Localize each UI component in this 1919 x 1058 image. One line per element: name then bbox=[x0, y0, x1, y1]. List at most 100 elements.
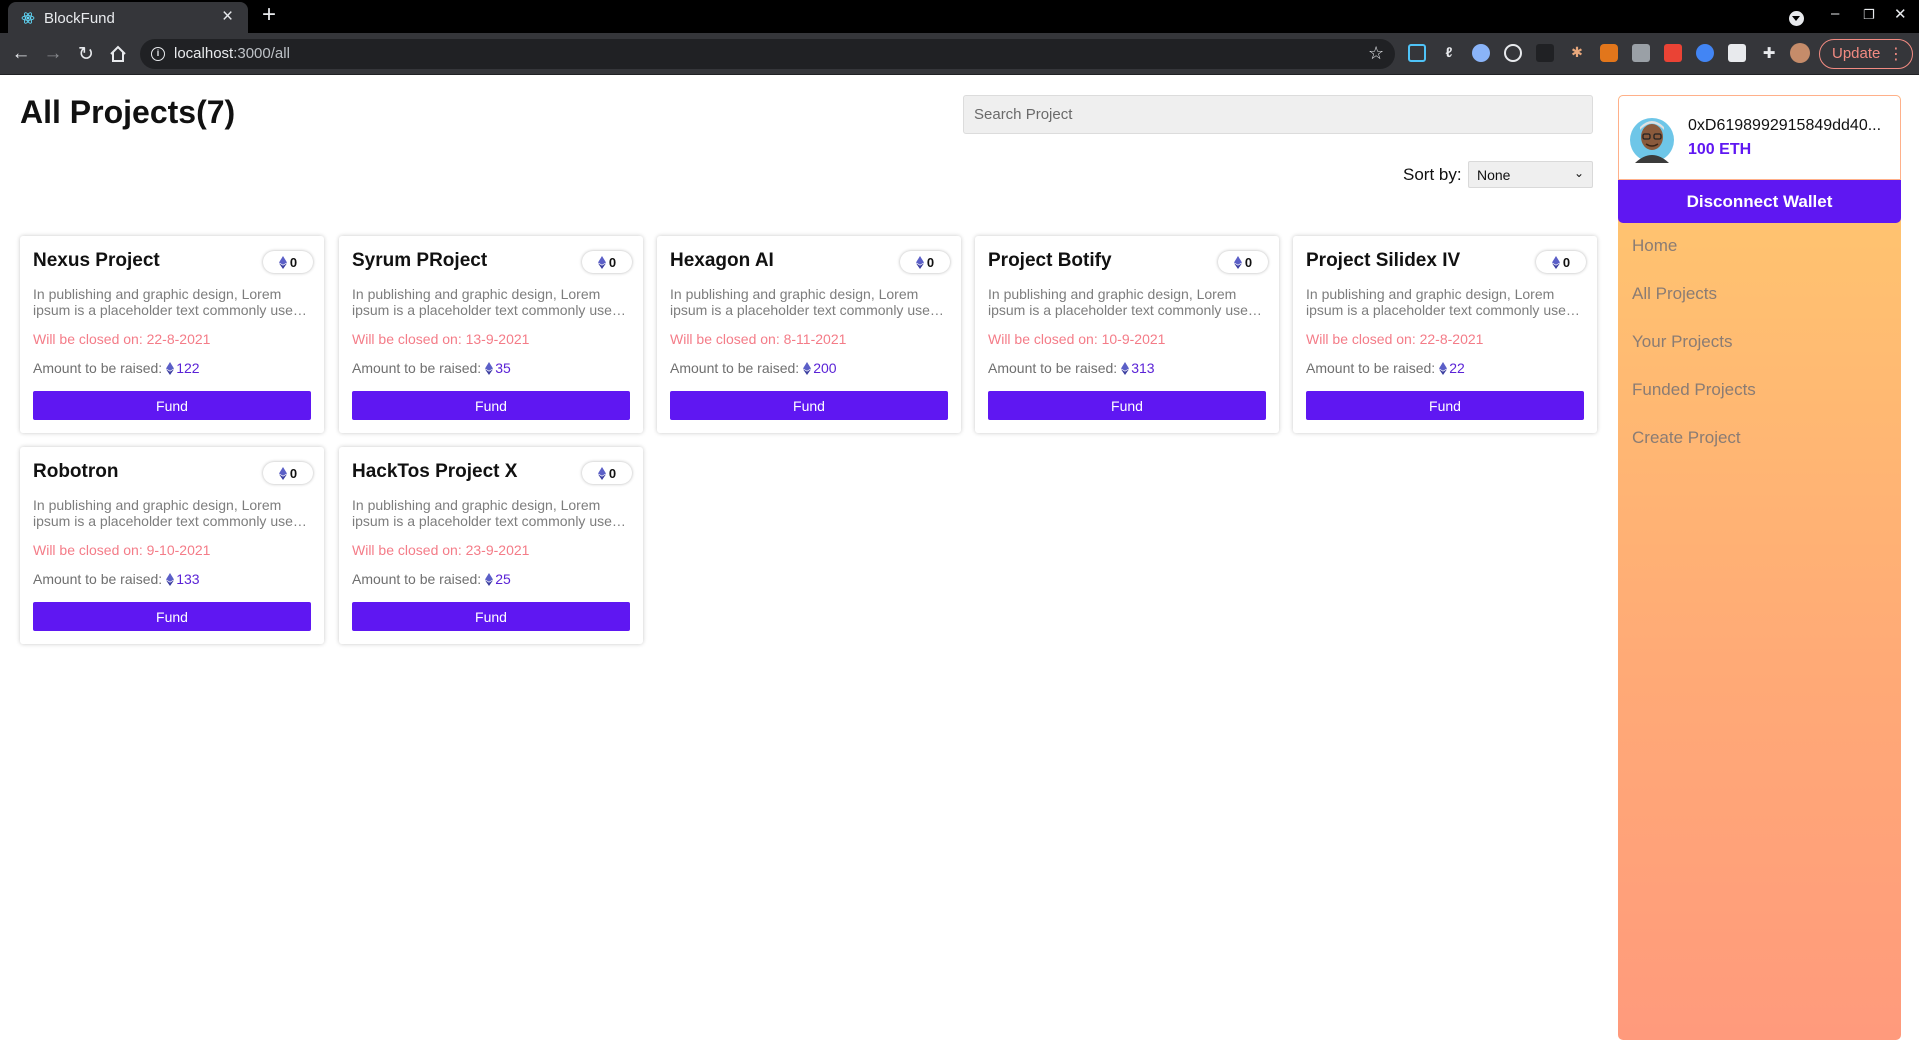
project-description: In publishing and graphic design, Lorem … bbox=[352, 286, 620, 318]
closing-date: Will be closed on: 22-8-2021 bbox=[33, 331, 211, 347]
window-close-icon[interactable]: ✕ bbox=[1894, 5, 1907, 23]
fund-button[interactable]: Fund bbox=[352, 391, 630, 420]
project-card: Project Silidex IV 0 In publishing and g… bbox=[1293, 236, 1597, 433]
project-title: Hexagon AI bbox=[670, 250, 774, 271]
ethereum-icon bbox=[166, 361, 175, 375]
sidebar-item-all-projects[interactable]: All Projects bbox=[1632, 284, 1717, 304]
amount-to-raise: Amount to be raised: 200 bbox=[670, 360, 837, 376]
closing-date: Will be closed on: 10-9-2021 bbox=[988, 331, 1166, 347]
ethereum-icon bbox=[485, 361, 494, 375]
fund-button[interactable]: Fund bbox=[352, 602, 630, 631]
ethereum-icon bbox=[803, 361, 812, 375]
fund-button[interactable]: Fund bbox=[33, 602, 311, 631]
chevron-down-icon: ⌄ bbox=[1573, 166, 1584, 180]
amount-to-raise: Amount to be raised: 133 bbox=[33, 571, 200, 587]
extension-screenshot-icon[interactable] bbox=[1408, 44, 1426, 62]
extension-video-icon[interactable] bbox=[1728, 44, 1746, 62]
home-icon[interactable] bbox=[107, 43, 129, 65]
back-icon[interactable]: ← bbox=[10, 43, 32, 65]
backers-badge: 0 bbox=[1536, 251, 1586, 273]
sort-selected-value: None bbox=[1477, 167, 1511, 183]
amount-to-raise: Amount to be raised: 122 bbox=[33, 360, 200, 376]
new-tab-icon[interactable]: + bbox=[262, 1, 276, 29]
ethereum-icon bbox=[1439, 361, 1448, 375]
metamask-fox-icon[interactable] bbox=[1600, 44, 1618, 62]
sidebar-item-funded-projects[interactable]: Funded Projects bbox=[1632, 380, 1756, 400]
site-info-icon[interactable]: i bbox=[151, 47, 165, 61]
ethereum-icon bbox=[1121, 361, 1130, 375]
project-title: Syrum PRoject bbox=[352, 250, 488, 271]
project-description: In publishing and graphic design, Lorem … bbox=[33, 497, 301, 529]
project-title: Nexus Project bbox=[33, 250, 160, 271]
extension-target-icon[interactable] bbox=[1504, 44, 1522, 62]
disconnect-wallet-button[interactable]: Disconnect Wallet bbox=[1618, 180, 1901, 223]
project-title: HackTos Project X bbox=[352, 461, 518, 482]
fund-button[interactable]: Fund bbox=[670, 391, 948, 420]
react-logo-icon bbox=[21, 12, 35, 24]
extensions-puzzle-icon[interactable]: ✚ bbox=[1760, 44, 1778, 62]
closing-date: Will be closed on: 22-8-2021 bbox=[1306, 331, 1484, 347]
amount-to-raise: Amount to be raised: 35 bbox=[352, 360, 511, 376]
ethereum-icon bbox=[278, 466, 287, 480]
extension-new-icon[interactable] bbox=[1536, 44, 1554, 62]
tab-close-icon[interactable]: × bbox=[222, 6, 233, 28]
project-card: HackTos Project X 0 In publishing and gr… bbox=[339, 447, 643, 644]
amount-to-raise: Amount to be raised: 22 bbox=[1306, 360, 1465, 376]
tab-title: BlockFund bbox=[44, 10, 115, 27]
project-card: Nexus Project 0 In publishing and graphi… bbox=[20, 236, 324, 433]
project-card: Hexagon AI 0 In publishing and graphic d… bbox=[657, 236, 961, 433]
sidebar-item-home[interactable]: Home bbox=[1632, 236, 1677, 256]
wallet-card: 0xD6198992915849dd40... 100 ETH bbox=[1618, 95, 1901, 180]
browser-tab-bar: BlockFund × + – ❐ ✕ bbox=[0, 0, 1919, 33]
project-card: Robotron 0 In publishing and graphic des… bbox=[20, 447, 324, 644]
user-avatar-icon bbox=[1630, 118, 1674, 163]
project-description: In publishing and graphic design, Lorem … bbox=[352, 497, 620, 529]
sidebar: 0xD6198992915849dd40... 100 ETH Disconne… bbox=[1618, 95, 1901, 1040]
project-description: In publishing and graphic design, Lorem … bbox=[670, 286, 938, 318]
ethereum-icon bbox=[485, 572, 494, 586]
ethereum-icon bbox=[1551, 255, 1560, 269]
project-title: Robotron bbox=[33, 461, 119, 482]
backers-badge: 0 bbox=[263, 462, 313, 484]
project-card: Project Botify 0 In publishing and graph… bbox=[975, 236, 1279, 433]
page-title: All Projects(7) bbox=[20, 94, 236, 130]
ethereum-icon bbox=[915, 255, 924, 269]
bookmark-star-icon[interactable]: ☆ bbox=[1368, 43, 1384, 64]
address-bar[interactable]: i localhost:3000/all ☆ bbox=[140, 39, 1395, 69]
ethereum-icon bbox=[597, 255, 606, 269]
profile-avatar-icon[interactable] bbox=[1790, 43, 1810, 63]
fund-button[interactable]: Fund bbox=[988, 391, 1266, 420]
search-input[interactable] bbox=[963, 95, 1593, 134]
project-card: Syrum PRoject 0 In publishing and graphi… bbox=[339, 236, 643, 433]
url-text: localhost:3000/all bbox=[174, 45, 290, 62]
browser-tab[interactable]: BlockFund × bbox=[8, 2, 248, 33]
extension-leaf-icon[interactable]: ℓ bbox=[1440, 44, 1458, 62]
backers-badge: 0 bbox=[263, 251, 313, 273]
browser-toolbar: ← → ↻ i localhost:3000/all ☆ ℓ ✱ ✚ Updat… bbox=[0, 33, 1919, 75]
fund-button[interactable]: Fund bbox=[1306, 391, 1584, 420]
extension-red-icon[interactable] bbox=[1664, 44, 1682, 62]
sidebar-item-your-projects[interactable]: Your Projects bbox=[1632, 332, 1732, 352]
reload-icon[interactable]: ↻ bbox=[75, 43, 97, 65]
closing-date: Will be closed on: 23-9-2021 bbox=[352, 542, 530, 558]
project-description: In publishing and graphic design, Lorem … bbox=[1306, 286, 1574, 318]
profile-dropdown-icon[interactable] bbox=[1789, 11, 1804, 26]
restore-icon[interactable]: ❐ bbox=[1863, 7, 1875, 23]
extension-re-icon[interactable] bbox=[1696, 44, 1714, 62]
project-description: In publishing and graphic design, Lorem … bbox=[988, 286, 1256, 318]
backers-badge: 0 bbox=[582, 462, 632, 484]
extension-square-icon[interactable] bbox=[1632, 44, 1650, 62]
wallet-address: 0xD6198992915849dd40... bbox=[1688, 117, 1882, 134]
forward-icon[interactable]: → bbox=[42, 43, 64, 65]
closing-date: Will be closed on: 8-11-2021 bbox=[670, 331, 847, 347]
fund-button[interactable]: Fund bbox=[33, 391, 311, 420]
sort-select[interactable]: None ⌄ bbox=[1468, 161, 1593, 188]
update-button[interactable]: Update bbox=[1819, 39, 1913, 69]
extension-bug-icon[interactable]: ✱ bbox=[1568, 44, 1586, 62]
project-title: Project Silidex IV bbox=[1306, 250, 1461, 271]
sidebar-item-create-project[interactable]: Create Project bbox=[1632, 428, 1741, 448]
closing-date: Will be closed on: 13-9-2021 bbox=[352, 331, 530, 347]
minimize-icon[interactable]: – bbox=[1831, 5, 1839, 22]
extension-circle-icon[interactable] bbox=[1472, 44, 1490, 62]
backers-badge: 0 bbox=[582, 251, 632, 273]
